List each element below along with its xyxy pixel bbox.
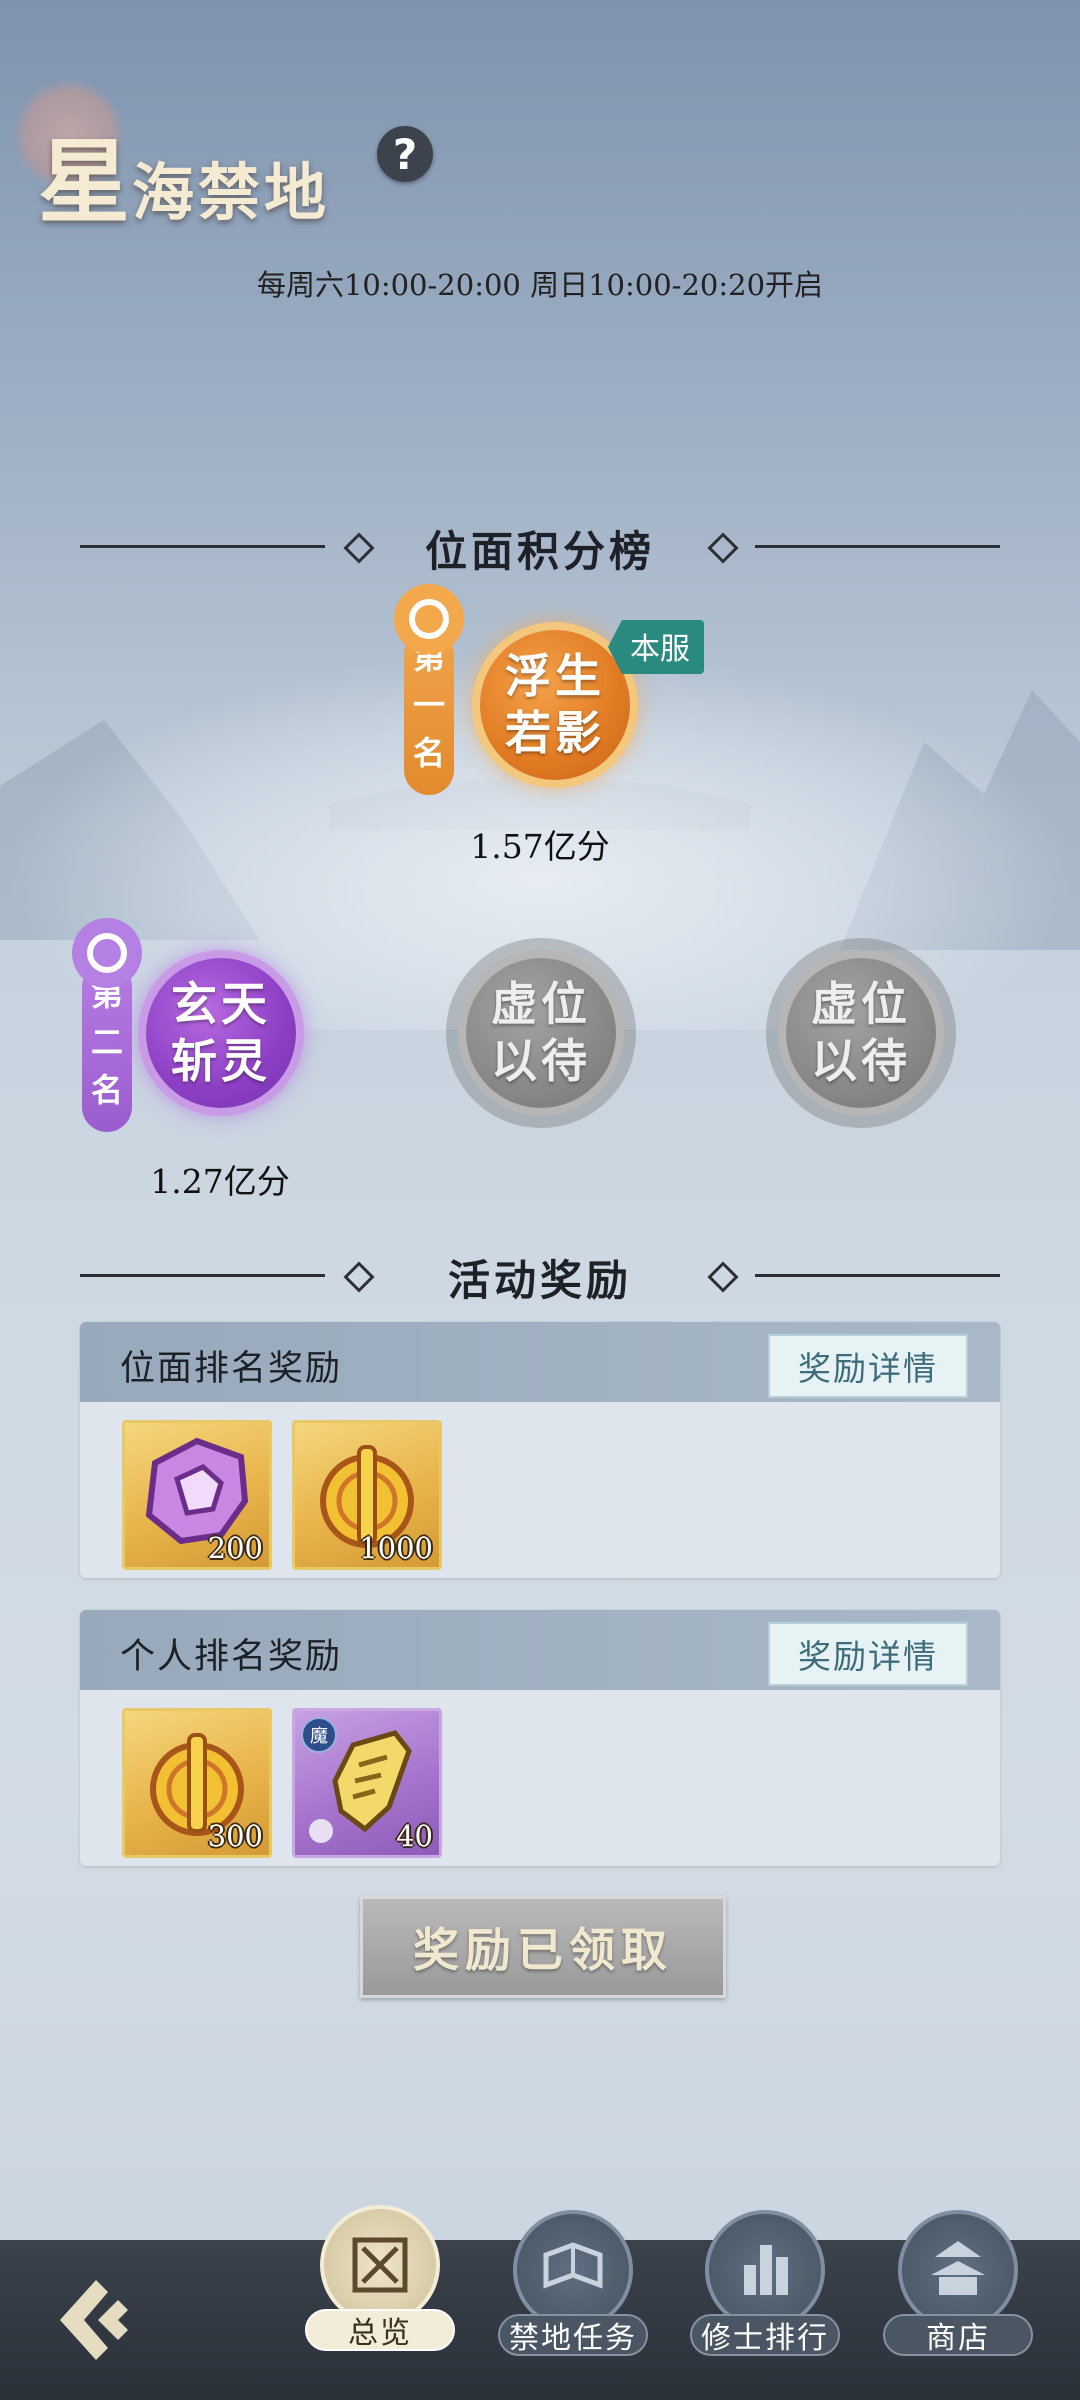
leaderboard-title: 位面积分榜 [424,527,655,576]
reward-item[interactable]: 200 [122,1420,272,1570]
panel-title: 位面排名奖励 [120,1349,343,1389]
divider-left [80,545,325,548]
score-second: 1.27亿分 [150,1162,290,1201]
tab-label: 商店 [883,2314,1033,2356]
rank-char: 一 [412,686,445,724]
reward-items: 200 1000 [80,1402,1000,1578]
first-place-medal[interactable]: 第 一 名 浮生 若影 本服 [390,580,710,830]
home-server-badge: 本服 [608,620,704,674]
guild-name-line: 斩灵 [171,1034,271,1088]
tab-label: 禁地任务 [498,2314,648,2356]
rank-cap-icon [72,918,142,988]
tab-overview[interactable]: 总览 [305,2205,455,2351]
vacant-line: 以待 [811,1034,911,1088]
vacant-slot-third: 虚位 以待 [466,958,616,1108]
vacant-line: 以待 [491,1034,591,1088]
plane-ranking-rewards-panel: 位面排名奖励 奖励详情 200 1000 [80,1322,1000,1578]
divider-ornament-icon [707,532,739,564]
item-quantity: 40 [396,1819,433,1853]
demon-type-badge: 魔 [301,1717,337,1753]
tab-forbidden-tasks[interactable]: 禁地任务 [498,2210,648,2356]
reward-item[interactable]: 魔 40 [292,1708,442,1858]
divider-ornament-icon [707,1261,739,1293]
schedule-text: 每周六10:00-20:00 周日10:00-20:20开启 [256,268,824,302]
rank-char: 名 [90,1071,123,1109]
reward-details-button[interactable]: 奖励详情 [768,1622,968,1686]
rank-tag-first: 第 一 名 [404,630,454,795]
score-first: 1.57亿分 [470,827,610,866]
tower-icon [705,2210,825,2330]
reward-items: 300 魔 40 [80,1690,1000,1866]
title-rest: 海禁地 [132,156,331,229]
tab-shop[interactable]: 商店 [883,2210,1033,2356]
tab-cultivator-ranking[interactable]: 修士排行 [690,2210,840,2356]
tab-label: 总览 [305,2309,455,2351]
guild-name-line: 若影 [505,706,605,760]
tab-label: 修士排行 [690,2314,840,2356]
reward-item[interactable]: 300 [122,1708,272,1858]
rewards-claimed-button[interactable]: 奖励已领取 [360,1896,726,1998]
pavilion-icon [898,2210,1018,2330]
rewards-title: 活动奖励 [447,1256,632,1305]
guild-name-second: 玄天 斩灵 [146,958,296,1108]
divider-left [80,1274,325,1277]
reward-item[interactable]: 1000 [292,1420,442,1570]
guild-name-first: 浮生 若影 [480,630,630,780]
divider-right [755,545,1000,548]
panel-header: 位面排名奖励 奖励详情 [80,1322,1000,1402]
book-icon [513,2210,633,2330]
panel-header: 个人排名奖励 奖励详情 [80,1610,1000,1690]
back-arrow-icon[interactable] [46,2270,146,2370]
title-first-char: 星 [38,128,133,236]
rank-char: 二 [90,1023,123,1061]
second-place-medal[interactable]: 第 二 名 玄天 斩灵 [66,912,336,1152]
rank-cap-icon [394,584,464,654]
scroll-swords-icon [320,2205,440,2325]
rank-char: 名 [412,734,445,772]
guild-name-line: 浮生 [505,648,605,703]
reward-details-button[interactable]: 奖励详情 [768,1334,968,1398]
item-quantity: 200 [207,1531,263,1565]
help-icon-glyph: ? [392,129,418,179]
help-icon[interactable]: ? [377,126,433,182]
guild-name-line: 玄天 [171,976,271,1031]
vacant-slot-fourth: 虚位 以待 [786,958,936,1108]
divider-ornament-icon [343,532,375,564]
divider-ornament-icon [343,1261,375,1293]
vacant-line: 虚位 [811,976,911,1031]
item-quantity: 300 [207,1819,263,1853]
divider-right [755,1274,1000,1277]
panel-title: 个人排名奖励 [120,1637,343,1677]
page-title: 星海禁地 [38,108,330,241]
item-quantity: 1000 [359,1531,433,1565]
personal-ranking-rewards-panel: 个人排名奖励 奖励详情 300 魔 40 [80,1610,1000,1866]
vacant-line: 虚位 [491,976,591,1031]
